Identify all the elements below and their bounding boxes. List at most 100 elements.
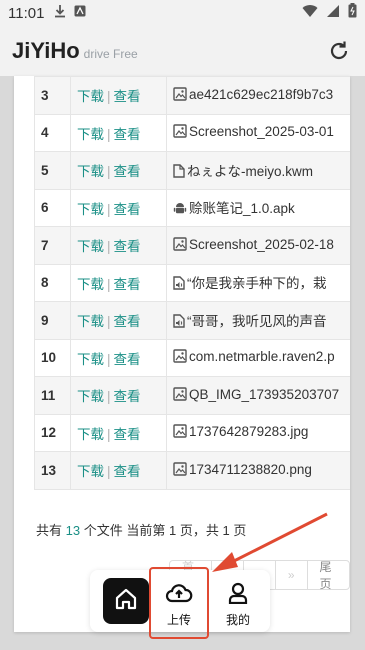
view-link[interactable]: 查看: [114, 202, 141, 217]
table-row: 6 下载 | 查看 赊账笔记_1.0.apk: [34, 188, 350, 227]
download-link[interactable]: 下载: [77, 127, 104, 142]
file-name: “哥哥，我听见风的声音: [187, 313, 327, 329]
view-link[interactable]: 查看: [114, 314, 141, 329]
file-name-cell[interactable]: com.netmarble.raven2.p: [166, 338, 350, 377]
download-link[interactable]: 下载: [77, 239, 104, 254]
app-subtitle: drive Free: [83, 47, 138, 61]
app-notification-icon: [74, 4, 86, 22]
download-link[interactable]: 下载: [77, 89, 104, 104]
download-link[interactable]: 下载: [77, 277, 104, 292]
download-link[interactable]: 下载: [77, 352, 104, 367]
action-separator: |: [107, 426, 111, 442]
row-number: 13: [34, 451, 71, 490]
row-number: 4: [34, 113, 71, 152]
action-separator: |: [107, 126, 111, 142]
download-link[interactable]: 下载: [77, 314, 104, 329]
file-name-cell[interactable]: 1737642879283.jpg: [166, 413, 350, 452]
row-number: 5: [34, 151, 71, 190]
view-link[interactable]: 查看: [114, 464, 141, 479]
file-name: com.netmarble.raven2.p: [189, 349, 335, 365]
row-number: 6: [34, 188, 71, 227]
download-link[interactable]: 下载: [77, 427, 104, 442]
file-summary: 共有 13 个文件 当前第 1 页，共 1 页: [36, 520, 246, 539]
download-link[interactable]: 下载: [77, 202, 104, 217]
row-number: 12: [34, 413, 71, 452]
next-page-button[interactable]: »: [276, 561, 308, 589]
cellular-icon: [326, 4, 340, 23]
image-icon: [173, 387, 187, 404]
row-actions: 下载 | 查看: [70, 263, 167, 302]
action-separator: |: [107, 201, 111, 217]
audio-file-icon: [173, 276, 185, 293]
row-actions: 下载 | 查看: [70, 451, 167, 490]
file-icon: [173, 164, 185, 181]
wifi-icon: [302, 4, 318, 23]
view-link[interactable]: 查看: [114, 277, 141, 292]
file-name-cell[interactable]: “哥哥，我听见风的声音: [166, 301, 350, 340]
row-actions: 下载 | 查看: [70, 413, 167, 452]
summary-prefix: 共有: [36, 523, 63, 538]
image-icon: [173, 462, 187, 479]
row-actions: 下载 | 查看: [70, 151, 167, 190]
app-title: JiYiHo: [12, 38, 80, 63]
file-name: “你是我亲手种下的，栽: [187, 276, 327, 292]
action-separator: |: [107, 239, 111, 255]
table-row: 11 下载 | 查看 QB_IMG_173935203707: [34, 376, 350, 415]
action-separator: |: [107, 351, 111, 367]
view-link[interactable]: 查看: [114, 352, 141, 367]
table-row: 7 下载 | 查看 Screenshot_2025-02-18: [34, 226, 350, 265]
view-link[interactable]: 查看: [114, 89, 141, 104]
file-name-cell[interactable]: Screenshot_2025-02-18: [166, 226, 350, 265]
file-name: 1737642879283.jpg: [189, 424, 309, 440]
app-bar: JiYiHo drive Free: [0, 26, 365, 76]
mine-nav-button[interactable]: 我的: [215, 582, 261, 628]
row-actions: 下载 | 查看: [70, 113, 167, 152]
download-link[interactable]: 下载: [77, 464, 104, 479]
row-number: 3: [34, 76, 71, 115]
home-button[interactable]: [103, 578, 149, 624]
file-name-cell[interactable]: ae421c629ec218f9b7c3: [166, 76, 350, 115]
file-name-cell[interactable]: 1734711238820.png: [166, 451, 350, 490]
row-actions: 下载 | 查看: [70, 338, 167, 377]
action-separator: |: [107, 164, 111, 180]
view-link[interactable]: 查看: [114, 127, 141, 142]
row-actions: 下载 | 查看: [70, 376, 167, 415]
image-icon: [173, 237, 187, 254]
summary-middle2: 页，共: [179, 523, 219, 538]
download-link[interactable]: 下载: [77, 389, 104, 404]
last-page-button[interactable]: 尾页: [308, 560, 349, 591]
table-row: 12 下载 | 查看 1737642879283.jpg: [34, 413, 350, 452]
file-name-cell[interactable]: Screenshot_2025-03-01: [166, 113, 350, 152]
download-notification-icon: [54, 4, 66, 23]
file-name-cell[interactable]: 赊账笔记_1.0.apk: [166, 188, 350, 227]
row-number: 7: [34, 226, 71, 265]
view-link[interactable]: 查看: [114, 427, 141, 442]
refresh-icon[interactable]: [325, 37, 353, 65]
row-number: 10: [34, 338, 71, 377]
user-icon: [226, 582, 250, 609]
file-name-cell[interactable]: “你是我亲手种下的，栽: [166, 263, 350, 302]
view-link[interactable]: 查看: [114, 389, 141, 404]
file-name: 赊账笔记_1.0.apk: [189, 201, 295, 217]
row-actions: 下载 | 查看: [70, 188, 167, 227]
row-number: 8: [34, 263, 71, 302]
download-link[interactable]: 下载: [77, 164, 104, 179]
file-name-cell[interactable]: ねぇよな-meiyo.kwm: [166, 151, 350, 190]
home-icon: [114, 587, 138, 616]
action-separator: |: [107, 389, 111, 405]
summary-count: 13: [65, 523, 81, 538]
action-separator: |: [107, 89, 111, 105]
row-actions: 下载 | 查看: [70, 301, 167, 340]
row-number: 11: [34, 376, 71, 415]
table-row: 5 下载 | 查看 ねぇよな-meiyo.kwm: [34, 151, 350, 190]
table-row: 4 下载 | 查看 Screenshot_2025-03-01: [34, 113, 350, 152]
status-time: 11:01: [8, 4, 45, 22]
table-row: 8 下载 | 查看 “你是我亲手种下的，栽: [34, 263, 350, 302]
upload-highlight-box: [149, 567, 209, 639]
view-link[interactable]: 查看: [114, 164, 141, 179]
view-link[interactable]: 查看: [114, 239, 141, 254]
file-table: 3 下载 | 查看 ae421c629ec218f9b7c3 4 下载 | 查看 Screensh…: [34, 76, 350, 490]
file-name-cell[interactable]: QB_IMG_173935203707: [166, 376, 350, 415]
action-separator: |: [107, 314, 111, 330]
android-icon: [173, 201, 187, 218]
